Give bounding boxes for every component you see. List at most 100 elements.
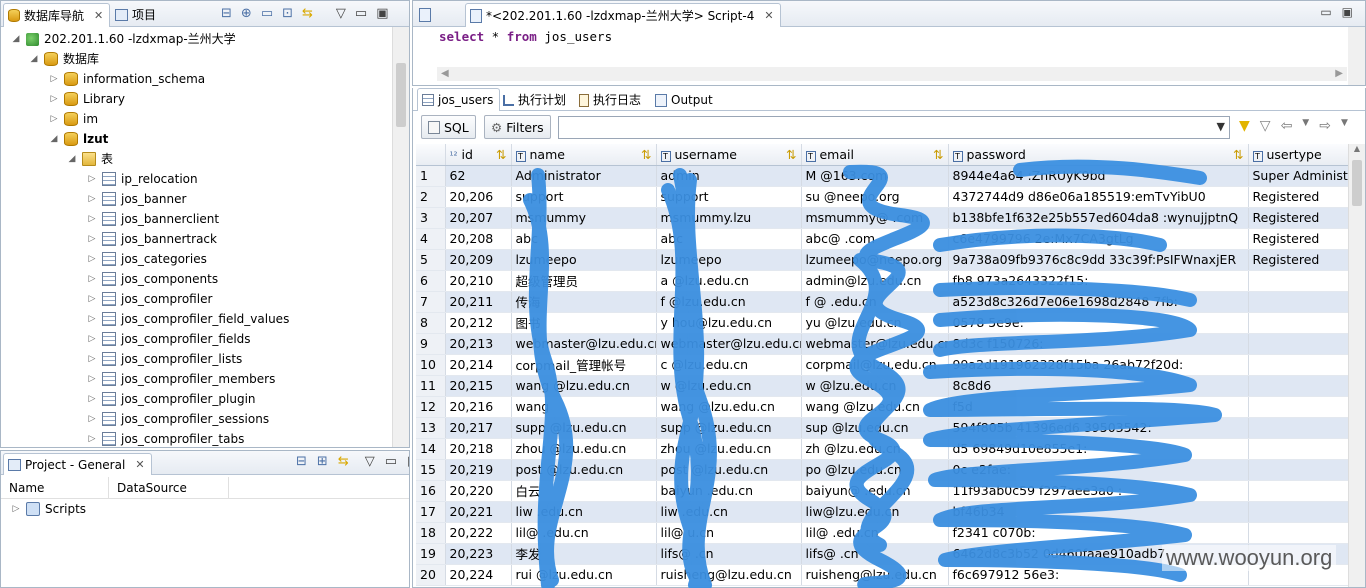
grid-cell-username[interactable]: abc bbox=[656, 228, 802, 250]
grid-cell-name[interactable]: zhou @lzu.edu.cn bbox=[511, 438, 657, 460]
grid-cell-id[interactable]: 62 bbox=[445, 165, 512, 187]
table-row[interactable]: 6 20,210 超级管理员 a @lzu.edu.cn admin@lzu.edu.c… bbox=[416, 270, 1351, 292]
grid-cell-email[interactable]: w @lzu.edu.cn bbox=[801, 375, 949, 397]
grid-cell-name[interactable]: rui @lzu.edu.cn bbox=[511, 564, 657, 586]
table-row[interactable]: 17 20,221 liw .edu.cn liw .edu.cn liw@lzu.ed… bbox=[416, 501, 1351, 523]
grid-cell-name[interactable]: Administrator bbox=[511, 165, 657, 187]
tree-table-item[interactable]: ▷ jos_comprofiler_plugin bbox=[87, 389, 256, 409]
grid-cell-usertype[interactable] bbox=[1248, 480, 1351, 502]
grid-cell-name[interactable]: abc bbox=[511, 228, 657, 250]
grid-cell-id[interactable]: 20,223 bbox=[445, 543, 512, 565]
table-row[interactable]: 18 20,222 lil@ .edu.cn lil@ u.cn lil@ .edu.c… bbox=[416, 522, 1351, 544]
tree-table-item[interactable]: ▷ jos_comprofiler_fields bbox=[87, 329, 251, 349]
grid-cell-password[interactable]: 99a2d191962328f15ba 26ab72f20d: bbox=[948, 354, 1249, 376]
grid-cell-email[interactable]: lil@ .edu.cn bbox=[801, 522, 949, 544]
tree-table-item[interactable]: ▷ jos_comprofiler bbox=[87, 289, 212, 309]
collapsed-arrow-icon[interactable]: ▷ bbox=[87, 289, 97, 309]
grid-cell-password[interactable]: fb8 973a2643322f15: bbox=[948, 270, 1249, 292]
grid-cell-name[interactable]: supp @lzu.edu.cn bbox=[511, 417, 657, 439]
grid-cell-email[interactable]: su @neepo.org bbox=[801, 186, 949, 208]
grid-vscrollbar[interactable]: ▲ bbox=[1348, 144, 1365, 587]
tree-table-item[interactable]: ▷ jos_comprofiler_lists bbox=[87, 349, 242, 369]
table-row[interactable]: 14 20,218 zhou @lzu.edu.cn zhou @lzu.edu.cn… bbox=[416, 438, 1351, 460]
grid-cell-username[interactable]: admin bbox=[656, 165, 802, 187]
expanded-arrow-icon[interactable]: ◢ bbox=[11, 29, 21, 49]
grid-cell-password[interactable]: 594f805b 41396ed6 39503542: bbox=[948, 417, 1249, 439]
link-icon[interactable]: ⇆ bbox=[338, 454, 349, 469]
column-header-username[interactable]: T username ⇅ bbox=[656, 144, 802, 166]
expanded-arrow-icon[interactable]: ◢ bbox=[29, 49, 39, 69]
grid-cell-username[interactable]: baiyun .edu.cn bbox=[656, 480, 802, 502]
view-menu-icon[interactable]: ▽ bbox=[336, 6, 346, 21]
collapsed-arrow-icon[interactable]: ▷ bbox=[87, 349, 97, 369]
grid-cell-name[interactable]: post @lzu.edu.cn bbox=[511, 459, 657, 481]
minimize-icon[interactable]: ▭ bbox=[1320, 5, 1331, 19]
grid-cell-username[interactable]: y hou@lzu.edu.cn bbox=[656, 312, 802, 334]
grid-cell-usertype[interactable]: Registered bbox=[1248, 228, 1351, 250]
grid-cell-username[interactable]: support bbox=[656, 186, 802, 208]
column-header-usertype[interactable]: T usertype bbox=[1248, 144, 1351, 166]
grid-cell-username[interactable]: ruisheng@lzu.edu.cn bbox=[656, 564, 802, 586]
collapsed-arrow-icon[interactable]: ▷ bbox=[87, 369, 97, 389]
grid-cell-password[interactable]: 0578 5e9e: bbox=[948, 312, 1249, 334]
grid-cell-id[interactable]: 20,218 bbox=[445, 438, 512, 460]
grid-cell-email[interactable]: f @ .edu.cn bbox=[801, 291, 949, 313]
tree-table-item[interactable]: ▷ jos_bannertrack bbox=[87, 229, 217, 249]
grid-cell-email[interactable]: liw@lzu.edu.cn bbox=[801, 501, 949, 523]
expanded-arrow-icon[interactable]: ◢ bbox=[67, 149, 77, 169]
grid-cell-id[interactable]: 20,219 bbox=[445, 459, 512, 481]
tab-execution-log[interactable]: 执行日志 bbox=[575, 88, 647, 112]
grid-cell-username[interactable]: c @lzu.edu.cn bbox=[656, 354, 802, 376]
table-row[interactable]: 9 20,213 webmaster@lzu.edu.cn webmaster@lzu… bbox=[416, 333, 1351, 355]
grid-cell-id[interactable]: 20,216 bbox=[445, 396, 512, 418]
scrollbar-thumb[interactable] bbox=[1352, 160, 1362, 206]
grid-cell-name[interactable]: 超级管理员 bbox=[511, 270, 657, 292]
maximize-icon[interactable]: ▣ bbox=[407, 454, 409, 469]
maximize-icon[interactable]: ▣ bbox=[1342, 5, 1353, 19]
grid-cell-email[interactable]: zh @lzu.edu.cn bbox=[801, 438, 949, 460]
table-row[interactable]: 12 20,216 wang wang @lzu.edu.cn wang @lzu.ed… bbox=[416, 396, 1351, 418]
grid-cell-id[interactable]: 20,213 bbox=[445, 333, 512, 355]
grid-cell-id[interactable]: 20,224 bbox=[445, 564, 512, 586]
tree-db-item[interactable]: ▷ information_schema bbox=[49, 69, 205, 89]
tab-jos-users[interactable]: jos_users bbox=[417, 88, 501, 111]
grid-cell-id[interactable]: 20,208 bbox=[445, 228, 512, 250]
tree-databases-folder[interactable]: ◢ 数据库 bbox=[29, 49, 99, 69]
table-row[interactable]: 2 20,206 support support su @neepo.org 437274… bbox=[416, 186, 1351, 208]
grid-cell-password[interactable]: 9a738a09fb9376c8c9dd 33c39f:PsIFWnaxjER bbox=[948, 249, 1249, 271]
tree-tables-folder[interactable]: ◢ 表 bbox=[67, 149, 113, 169]
tab-script-4[interactable]: *<202.201.1.60 -lzdxmap-兰州大学> Script-4 ✕ bbox=[465, 3, 781, 27]
sort-icon[interactable]: ⇅ bbox=[786, 147, 796, 162]
grid-cell-password[interactable]: 0c e2fae: bbox=[948, 459, 1249, 481]
grid-cell-password[interactable]: b138bfe1f632e25b557ed604da8 :wynujjptnQ bbox=[948, 207, 1249, 229]
sort-icon[interactable]: ⇅ bbox=[933, 147, 943, 162]
collapsed-arrow-icon[interactable]: ▷ bbox=[49, 69, 59, 89]
back-menu-icon[interactable]: ▼ bbox=[1302, 118, 1309, 134]
grid-cell-name[interactable]: support bbox=[511, 186, 657, 208]
filters-button[interactable]: ⚙ Filters bbox=[484, 115, 551, 139]
sort-icon[interactable]: ⇅ bbox=[496, 147, 506, 162]
collapsed-arrow-icon[interactable]: ▷ bbox=[87, 409, 97, 429]
collapsed-arrow-icon[interactable]: ▷ bbox=[49, 109, 59, 129]
grid-cell-name[interactable]: corpmail_管理帐号 bbox=[511, 354, 657, 376]
sql-text-area[interactable]: select * from jos_users bbox=[439, 29, 612, 44]
column-datasource[interactable]: DataSource bbox=[109, 477, 229, 498]
filter-funnel-icon[interactable]: ▼ bbox=[1239, 118, 1250, 134]
table-row[interactable]: 3 20,207 msmummy msmummy.lzu msmummy@ .com b1… bbox=[416, 207, 1351, 229]
grid-cell-usertype[interactable]: Registered bbox=[1248, 207, 1351, 229]
minimize-icon[interactable]: ▭ bbox=[355, 6, 367, 21]
scrollbar-thumb[interactable] bbox=[396, 63, 406, 127]
tree-db-item[interactable]: ▷ Library bbox=[49, 89, 125, 109]
back-icon[interactable]: ⇦ bbox=[1281, 118, 1293, 134]
collapsed-arrow-icon[interactable]: ▷ bbox=[87, 229, 97, 249]
table-row[interactable]: 16 20,220 白云 baiyun .edu.cn baiyun@ .edu.cn 1… bbox=[416, 480, 1351, 502]
sort-icon[interactable]: ⇅ bbox=[641, 147, 651, 162]
grid-cell-name[interactable]: 白云 bbox=[511, 480, 657, 502]
sql-button[interactable]: SQL bbox=[421, 115, 476, 139]
table-row[interactable]: 4 20,208 abc abc abc@ .com c6e4799796 2e:Mx7C… bbox=[416, 228, 1351, 250]
grid-cell-id[interactable]: 20,215 bbox=[445, 375, 512, 397]
tree-table-item[interactable]: ▷ jos_bannerclient bbox=[87, 209, 219, 229]
sort-icon[interactable]: ⇅ bbox=[1233, 147, 1243, 162]
grid-cell-usertype[interactable] bbox=[1248, 522, 1351, 544]
grid-cell-name[interactable]: liw .edu.cn bbox=[511, 501, 657, 523]
